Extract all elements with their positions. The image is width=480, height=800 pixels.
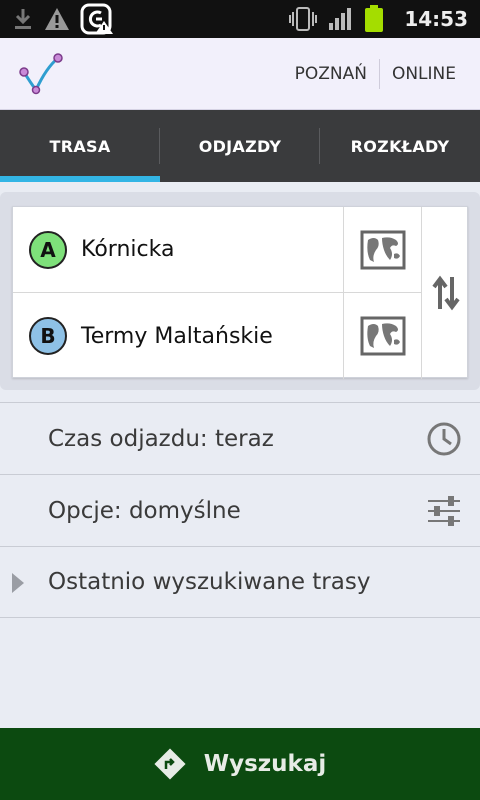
tab-label: ODJAZDY: [198, 136, 282, 156]
tab-label: TRASA: [49, 136, 111, 156]
clock: 14:53: [404, 7, 468, 31]
signal-icon: [329, 8, 352, 30]
status-bar: 14:53: [0, 0, 480, 38]
header-actions: POZNAŃ ONLINE: [283, 38, 468, 110]
route-card: A Kórnicka B Termy Maltańskie: [12, 206, 469, 379]
action-bar: POZNAŃ ONLINE: [0, 38, 480, 110]
swap-arrows-icon: [431, 275, 460, 311]
tab-trasa[interactable]: TRASA: [0, 110, 160, 182]
map-icon: [360, 316, 405, 356]
origin-stop-name: Kórnicka: [81, 237, 175, 262]
online-mode-toggle[interactable]: ONLINE: [380, 64, 468, 84]
departure-time-option[interactable]: Czas odjazdu: teraz: [0, 402, 480, 474]
departure-time-label: Czas odjazdu: teraz: [48, 425, 274, 452]
origin-stop-field[interactable]: A Kórnicka: [13, 207, 343, 293]
battery-icon: [365, 5, 384, 32]
tab-rozklady[interactable]: ROZKŁADY: [320, 110, 480, 182]
directions-icon: [154, 748, 186, 780]
search-button-label: Wyszukaj: [203, 751, 327, 777]
clock-icon: [427, 422, 461, 456]
expand-arrow-icon: [12, 573, 24, 593]
destination-badge: B: [29, 317, 67, 355]
route-logo-icon[interactable]: [18, 52, 68, 96]
route-options[interactable]: Opcje: domyślne: [0, 474, 480, 546]
app-notification-icon: [80, 3, 113, 35]
tab-label: ROZKŁADY: [350, 136, 450, 156]
search-button[interactable]: Wyszukaj: [0, 728, 480, 800]
system-icons: 14:53: [288, 4, 472, 34]
sliders-icon: [428, 496, 460, 526]
vibrate-icon: [289, 7, 318, 31]
tab-odjazdy[interactable]: ODJAZDY: [160, 110, 320, 182]
city-selector[interactable]: POZNAŃ: [283, 64, 379, 84]
destination-map-button[interactable]: [343, 293, 421, 379]
warning-icon: [45, 8, 69, 30]
route-panel: A Kórnicka B Termy Maltańskie: [0, 192, 480, 390]
notification-icons: [12, 3, 114, 35]
origin-map-button[interactable]: [343, 207, 421, 293]
recent-routes-label: Ostatnio wyszukiwane trasy: [48, 569, 371, 595]
map-icon: [360, 230, 405, 269]
destination-stop-field[interactable]: B Termy Maltańskie: [13, 293, 343, 379]
route-options-label: Opcje: domyślne: [48, 497, 241, 524]
swap-stops-button[interactable]: [421, 207, 469, 379]
tab-bar: TRASA ODJAZDY ROZKŁADY: [0, 110, 480, 182]
destination-stop-name: Termy Maltańskie: [81, 323, 273, 349]
origin-badge: A: [29, 230, 67, 269]
download-icon: [15, 9, 31, 29]
recent-routes-expander[interactable]: Ostatnio wyszukiwane trasy: [0, 546, 480, 618]
